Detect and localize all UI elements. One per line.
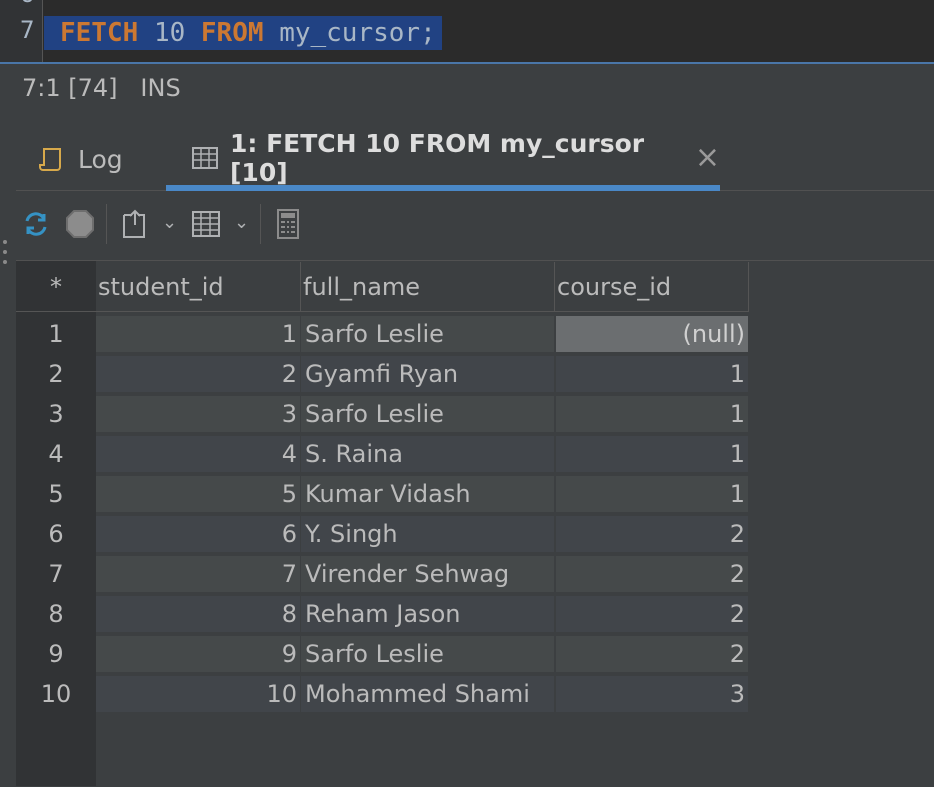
cursor-name: my_cursor; xyxy=(279,18,436,48)
row-number[interactable]: 7 xyxy=(16,556,96,592)
caret-position[interactable]: 7:1 [74] xyxy=(22,74,118,102)
row-number[interactable]: 1 xyxy=(16,316,96,352)
close-icon[interactable]: × xyxy=(695,140,720,175)
cell-student-id[interactable]: 10 xyxy=(96,676,300,712)
fetch-count: 10 xyxy=(153,18,186,48)
chevron-down-icon[interactable]: ⌄ xyxy=(234,212,249,233)
cell-full-name[interactable]: Y. Singh xyxy=(301,516,554,552)
cell-course-id[interactable]: 3 xyxy=(556,676,748,712)
cell-course-id[interactable]: 1 xyxy=(556,396,748,432)
export-icon[interactable] xyxy=(116,206,152,242)
keyword-fetch: FETCH xyxy=(60,18,139,48)
cell-full-name[interactable]: Reham Jason xyxy=(301,596,554,632)
cell-course-id[interactable]: 2 xyxy=(556,516,748,552)
keyword-from: FROM xyxy=(200,18,264,48)
row-number[interactable]: 10 xyxy=(16,676,96,712)
cell-full-name[interactable]: Sarfo Leslie xyxy=(301,636,554,672)
tool-tabs: Log 1: FETCH 10 FROM my_cursor [10] × xyxy=(16,128,934,191)
cell-student-id[interactable]: 6 xyxy=(96,516,300,552)
grid-corner[interactable]: * xyxy=(16,262,96,312)
cell-student-id[interactable]: 8 xyxy=(96,596,300,632)
line-number-7: 7 xyxy=(20,16,35,44)
tab-result-label: 1: FETCH 10 FROM my_cursor [10] xyxy=(230,128,645,187)
result-toolbar: ⌄ ⌄ xyxy=(16,198,934,252)
drag-handle[interactable] xyxy=(0,236,10,276)
selected-code-line[interactable]: FETCH 10 FROM my_cursor; xyxy=(44,16,442,50)
cell-course-id[interactable]: 1 xyxy=(556,476,748,512)
cell-full-name[interactable]: Sarfo Leslie xyxy=(301,396,554,432)
column-header-student-id[interactable]: student_id xyxy=(96,262,301,312)
row-number[interactable]: 4 xyxy=(16,436,96,472)
cell-student-id[interactable]: 5 xyxy=(96,476,300,512)
cell-full-name[interactable]: Gyamfi Ryan xyxy=(301,356,554,392)
cell-full-name[interactable]: Mohammed Shami xyxy=(301,676,554,712)
row-number[interactable]: 8 xyxy=(16,596,96,632)
cell-student-id[interactable]: 3 xyxy=(96,396,300,432)
cell-student-id[interactable]: 2 xyxy=(96,356,300,392)
cell-student-id[interactable]: 9 xyxy=(96,636,300,672)
tab-result[interactable]: 1: FETCH 10 FROM my_cursor [10] × xyxy=(166,128,720,191)
sql-editor[interactable]: 6 7 FETCH 10 FROM my_cursor; xyxy=(0,0,934,64)
row-number[interactable]: 9 xyxy=(16,636,96,672)
line-number-6: 6 xyxy=(20,0,34,8)
editor-status: 7:1 [74] INS xyxy=(22,74,181,102)
cell-course-id[interactable]: 2 xyxy=(556,556,748,592)
row-number[interactable]: 6 xyxy=(16,516,96,552)
calculator-icon[interactable] xyxy=(270,206,306,242)
refresh-icon[interactable] xyxy=(18,206,54,242)
cell-student-id[interactable]: 4 xyxy=(96,436,300,472)
cell-course-id[interactable]: 1 xyxy=(556,436,748,472)
cell-course-id[interactable]: 1 xyxy=(556,356,748,392)
chevron-down-icon[interactable]: ⌄ xyxy=(162,212,177,233)
cell-full-name[interactable]: S. Raina xyxy=(301,436,554,472)
cell-full-name[interactable]: Kumar Vidash xyxy=(301,476,554,512)
tab-log[interactable]: Log xyxy=(38,130,123,188)
row-number[interactable]: 3 xyxy=(16,396,96,432)
stop-icon[interactable] xyxy=(62,206,98,242)
row-number[interactable]: 2 xyxy=(16,356,96,392)
column-header-course-id[interactable]: course_id xyxy=(555,262,749,312)
table-view-icon[interactable] xyxy=(188,206,224,242)
cell-course-id[interactable]: 2 xyxy=(556,636,748,672)
cell-full-name[interactable]: Virender Sehwag xyxy=(301,556,554,592)
cell-course-id[interactable]: 2 xyxy=(556,596,748,632)
cell-course-id[interactable]: (null) xyxy=(556,316,748,352)
table-icon xyxy=(192,145,218,171)
cell-full-name[interactable]: Sarfo Leslie xyxy=(301,316,554,352)
row-number[interactable]: 5 xyxy=(16,476,96,512)
editor-gutter: 6 7 xyxy=(0,0,43,62)
insert-mode[interactable]: INS xyxy=(140,74,180,102)
column-header-full-name[interactable]: full_name xyxy=(301,262,555,312)
cell-student-id[interactable]: 1 xyxy=(96,316,300,352)
log-scroll-icon xyxy=(38,145,66,173)
tab-log-label: Log xyxy=(78,144,123,174)
cell-student-id[interactable]: 7 xyxy=(96,556,300,592)
